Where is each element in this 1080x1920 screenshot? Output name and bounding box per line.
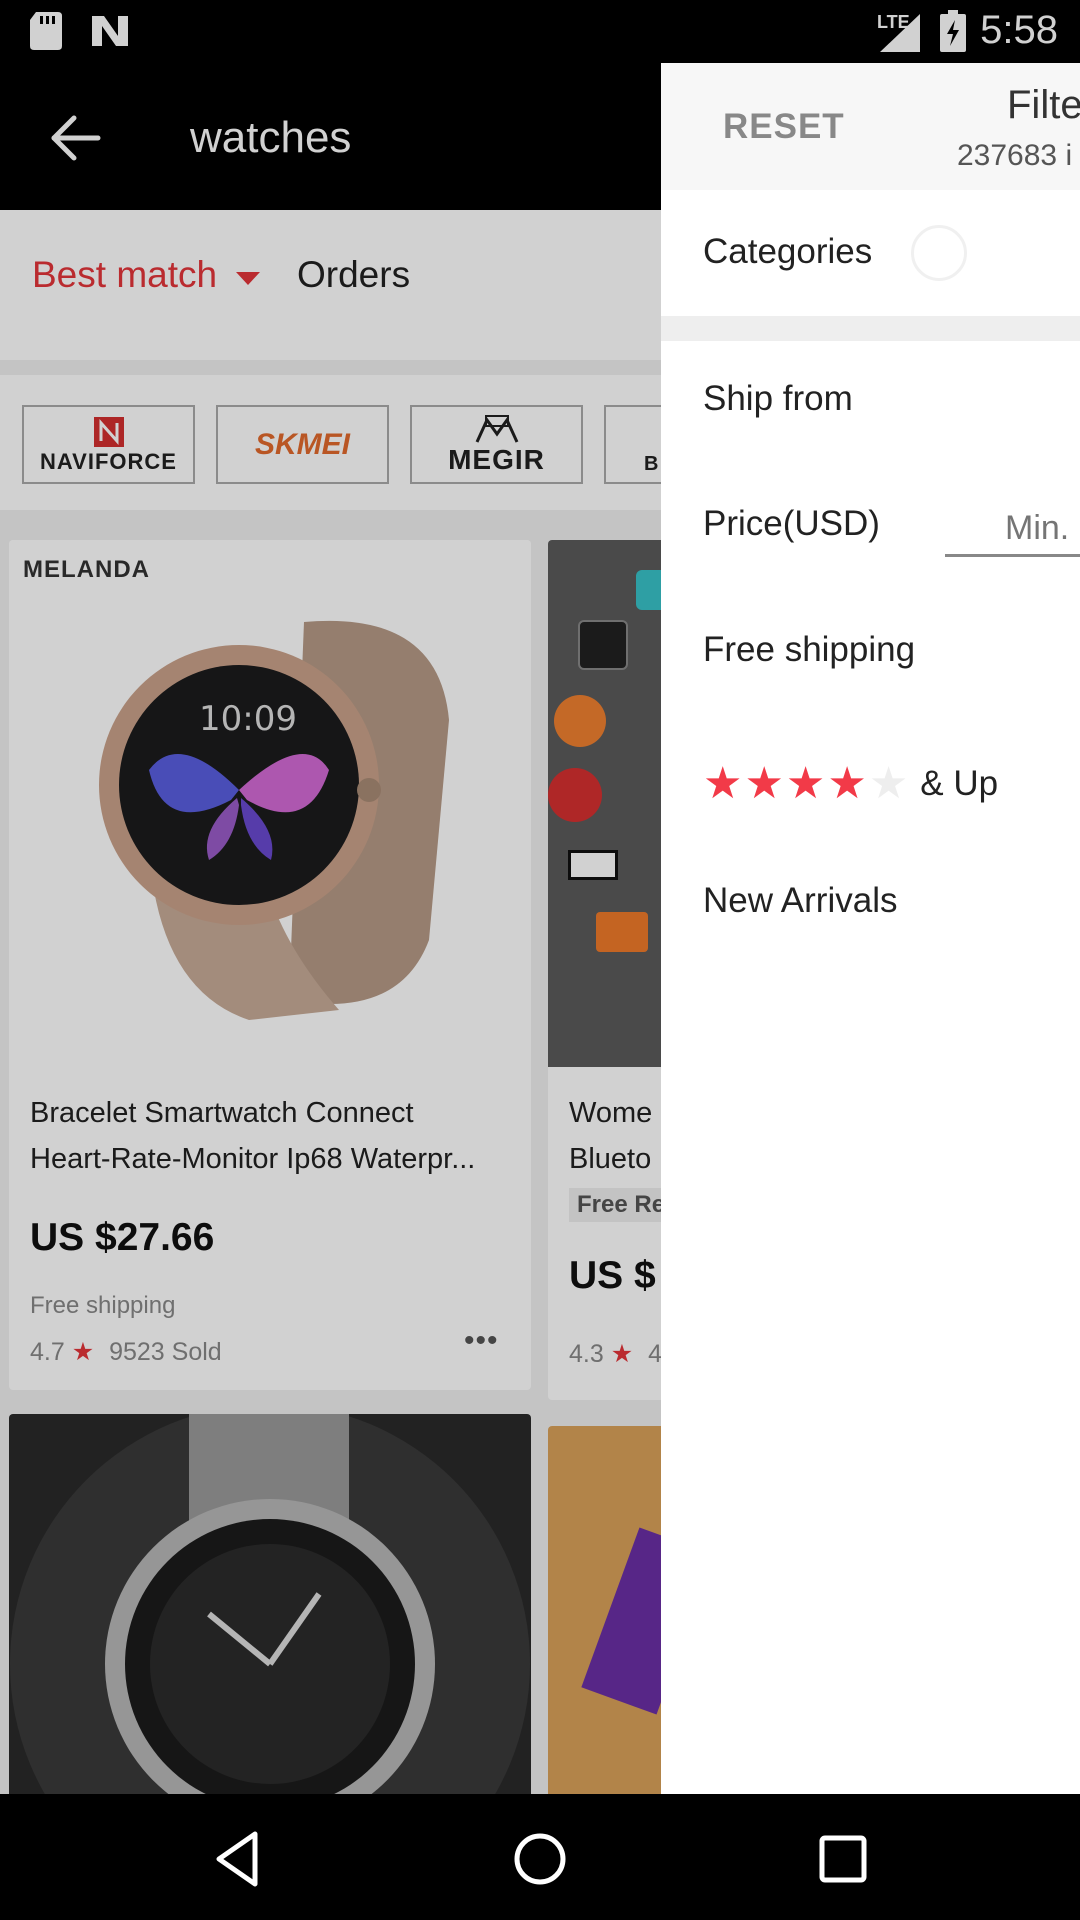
divider [661, 316, 1080, 341]
loading-spinner-icon [911, 225, 967, 281]
new-arrivals-toggle[interactable]: New Arrivals [703, 881, 897, 921]
ship-from-label[interactable]: Ship from [703, 379, 853, 419]
price-label: Price(USD) [703, 504, 880, 543]
free-shipping-toggle[interactable]: Free shipping [703, 630, 915, 670]
star-empty-icon: ★ [868, 759, 909, 808]
rating-suffix: & Up [920, 764, 999, 803]
home-circle-icon[interactable] [505, 1824, 575, 1894]
navigation-bar [0, 1794, 1080, 1920]
filter-drawer: RESET Filte 237683 i Categories Ship fro… [661, 63, 1080, 1794]
categories-row[interactable]: Categories [661, 190, 1080, 316]
star-icon: ★ [785, 759, 826, 808]
price-min-input[interactable] [945, 503, 1080, 557]
rating-filter[interactable]: ★ ★ ★ ★ ★ & Up [703, 756, 998, 812]
reset-button[interactable]: RESET [723, 107, 845, 147]
result-count: 237683 i [957, 139, 1073, 172]
back-triangle-icon[interactable] [205, 1824, 275, 1894]
star-icon: ★ [744, 759, 784, 808]
star-icon: ★ [703, 759, 743, 808]
categories-label: Categories [703, 232, 873, 271]
filter-title: Filte [1007, 83, 1080, 127]
drawer-header: RESET Filte 237683 i [661, 63, 1080, 190]
star-icon: ★ [827, 759, 867, 808]
recents-square-icon[interactable] [808, 1824, 878, 1894]
